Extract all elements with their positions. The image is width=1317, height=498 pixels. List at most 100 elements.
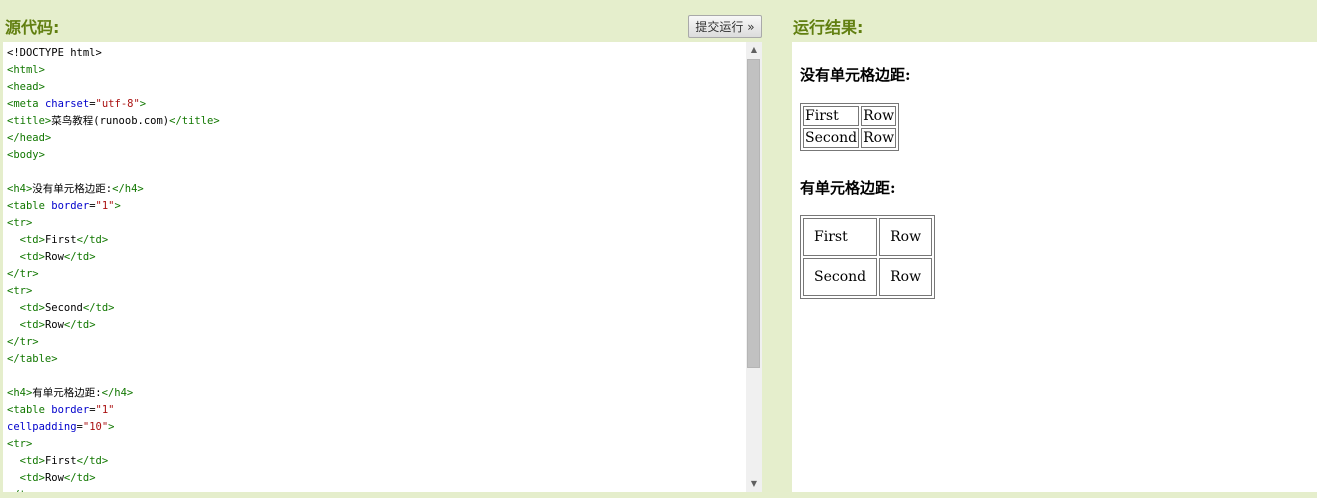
code-line: <td>First</td>	[7, 453, 742, 470]
code-token: </td>	[63, 251, 96, 263]
code-token: <table	[7, 200, 52, 212]
code-token: First	[44, 234, 77, 246]
code-token: </tr>	[7, 268, 39, 280]
code-editor[interactable]: <!DOCTYPE html> <html> <head> <meta charset…	[3, 42, 762, 492]
table-row: Second Row	[803, 258, 933, 296]
table-row: Second Row	[803, 128, 897, 148]
code-token: >	[114, 200, 121, 212]
code-token: <td>	[19, 455, 45, 467]
code-token: <tr>	[7, 285, 33, 297]
table-cell: Second	[803, 258, 878, 296]
code-token: <title>	[7, 115, 52, 127]
scrollbar-thumb[interactable]	[747, 59, 760, 368]
scroll-down-icon[interactable]: ▼	[746, 476, 762, 492]
code-token: Row	[44, 319, 64, 331]
code-token: <td>	[19, 319, 45, 331]
code-token: cellpadding	[7, 421, 77, 433]
table-cell: Row	[861, 106, 897, 126]
code-line: <h4>没有单元格边距:</h4>	[7, 181, 742, 198]
table-cell: Row	[879, 258, 933, 296]
code-token: Second	[44, 302, 83, 314]
code-token: <head>	[7, 81, 45, 93]
code-token: <body>	[7, 149, 45, 161]
code-line: <title>菜鸟教程(runoob.com)</title>	[7, 113, 742, 130]
code-token: "utf-8"	[95, 98, 140, 110]
code-line: <table border="1"	[7, 402, 742, 419]
code-line: <body>	[7, 147, 742, 164]
table-cell: Row	[861, 128, 897, 148]
code-token: </table>	[7, 353, 58, 365]
code-token: >	[139, 98, 147, 110]
code-token: </title>	[169, 115, 220, 127]
code-token: Row	[44, 472, 64, 484]
heading-no-padding: 没有单元格边距:	[800, 66, 911, 84]
code-token: </td>	[63, 472, 96, 484]
code-line: </table>	[7, 351, 742, 368]
code-token: <td>	[19, 302, 45, 314]
scroll-up-icon[interactable]: ▲	[746, 42, 762, 58]
code-token: border	[51, 200, 90, 212]
code-token: </head>	[7, 132, 52, 144]
code-token: </td>	[82, 302, 115, 314]
code-token: First	[44, 455, 77, 467]
code-token: </tr>	[7, 336, 39, 348]
code-token: <meta	[7, 98, 45, 110]
code-line: <html>	[7, 62, 742, 79]
code-text[interactable]: <!DOCTYPE html> <html> <head> <meta charset…	[7, 45, 742, 492]
code-token: <tr>	[7, 217, 33, 229]
code-token: <td>	[19, 472, 45, 484]
code-token: 有单元格边距:	[32, 387, 102, 399]
table-no-padding: First Row Second Row	[800, 103, 900, 151]
code-token: "1"	[95, 200, 115, 212]
code-line: <td>Row</td>	[7, 317, 742, 334]
code-token: </tr>	[7, 489, 39, 492]
code-line: <td>First</td>	[7, 232, 742, 249]
code-line: <table border="1">	[7, 198, 742, 215]
code-token: <td>	[19, 234, 45, 246]
code-token: <!DOCTYPE html>	[7, 47, 102, 59]
code-token: charset	[44, 98, 90, 110]
submit-run-button[interactable]: 提交运行 »	[688, 15, 762, 38]
code-line: <head>	[7, 79, 742, 96]
code-token: Row	[44, 251, 64, 263]
code-line: <tr>	[7, 215, 742, 232]
code-line: <h4>有单元格边距:</h4>	[7, 385, 742, 402]
code-line: <td>Second</td>	[7, 300, 742, 317]
code-token: <td>	[19, 251, 45, 263]
table-cell: First	[803, 106, 860, 126]
code-token: >	[108, 421, 115, 433]
code-line: <!DOCTYPE html>	[7, 45, 742, 62]
code-token: border	[51, 404, 90, 416]
code-token: <h4>	[7, 387, 33, 399]
code-line: <meta charset="utf-8">	[7, 96, 742, 113]
code-line: <tr>	[7, 436, 742, 453]
code-line: <td>Row</td>	[7, 470, 742, 487]
code-line: <tr>	[7, 283, 742, 300]
code-token: "10"	[82, 421, 109, 433]
table-row: First Row	[803, 218, 933, 256]
code-line: </tr>	[7, 334, 742, 351]
code-token: 没有单元格边距:	[32, 183, 113, 195]
code-token: <table	[7, 404, 52, 416]
code-line: </tr>	[7, 266, 742, 283]
table-row: First Row	[803, 106, 897, 126]
code-token: "1"	[95, 404, 115, 416]
code-line: cellpadding="10">	[7, 419, 742, 436]
table-padding: First Row Second Row	[800, 215, 936, 299]
source-code-title: 源代码:	[5, 18, 60, 37]
code-line: </tr>	[7, 487, 742, 492]
editor-scrollbar[interactable]: ▲ ▼	[746, 42, 762, 492]
code-token: <html>	[7, 64, 45, 76]
table-cell: Second	[803, 128, 860, 148]
code-token: </h4>	[101, 387, 134, 399]
code-token: </td>	[76, 455, 109, 467]
table-cell: Row	[879, 218, 933, 256]
